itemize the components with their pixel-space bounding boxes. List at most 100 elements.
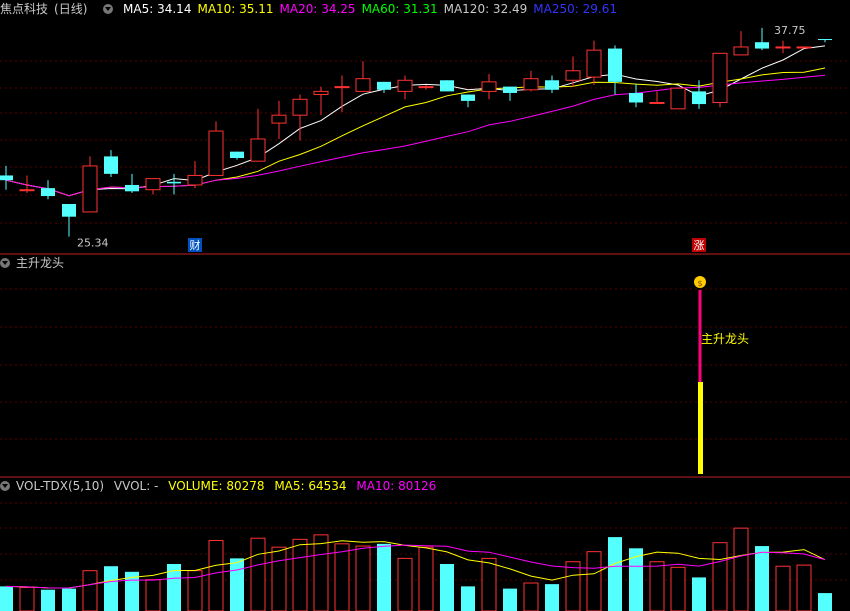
volume-bar-down <box>104 566 118 611</box>
candle-body-up <box>775 46 791 49</box>
volume-bar-up <box>649 561 665 611</box>
candle-body-down <box>692 91 706 105</box>
volume-bar-down <box>755 546 769 611</box>
volume-bar-down <box>41 589 55 611</box>
ma-legend-item: MA10: 35.11 <box>197 2 274 16</box>
volume-bar-down <box>0 586 13 611</box>
volume-panel-header: VOL-TDX(5,10) VVOL: - VOLUME: 80278 MA5:… <box>0 478 442 494</box>
volume-bar-up <box>397 557 413 611</box>
collapse-toggle-icon[interactable] <box>0 481 10 491</box>
candle-body-up <box>796 46 812 49</box>
volume-bar-down <box>692 577 706 611</box>
money-bag-symbol: $ <box>697 279 702 288</box>
candle-body-up <box>397 79 413 92</box>
volume-bar-up <box>334 543 350 611</box>
candle-body-up <box>565 70 581 81</box>
ma5-line <box>5 45 826 197</box>
candle-body-up <box>187 174 203 186</box>
main-panel-header: 焦点科技 (日线) MA5: 34.14 MA10: 35.11 MA20: 34.2… <box>0 1 629 17</box>
volume-bar-down <box>818 593 832 611</box>
collapse-toggle-icon[interactable] <box>103 4 114 14</box>
candle-body-down <box>125 184 139 192</box>
volume-bar-down <box>62 588 76 611</box>
candle-body-up <box>670 87 686 110</box>
volume-bar-down <box>440 563 454 611</box>
volume-bar-up <box>670 566 686 611</box>
volume-bar-down <box>377 543 391 611</box>
stock-chart[interactable]: 25.34 37.75 财 涨 $ 主升龙头 <box>0 0 850 611</box>
volume-bar-down <box>545 584 559 611</box>
signal-bar <box>698 382 703 474</box>
candle-body-up <box>313 90 329 96</box>
candle-body-down <box>230 151 244 158</box>
volume-title: VOL-TDX(5,10) <box>16 479 105 493</box>
volume-bar-up <box>775 565 791 611</box>
volume-bar-up <box>418 546 434 611</box>
volume-bar-up <box>565 561 581 611</box>
volume-ma10: MA10: 80126 <box>356 479 437 493</box>
low-price-label: 25.34 <box>77 237 109 250</box>
candle-body-up <box>292 98 308 116</box>
volume-bar-up <box>481 557 497 611</box>
volume-bar-down <box>608 537 622 611</box>
high-price-label: 37.75 <box>774 24 806 37</box>
volume-bar-down <box>230 558 244 611</box>
ma-legend-item: MA250: 29.61 <box>533 2 617 16</box>
ma-legend-item: MA60: 31.31 <box>361 2 438 16</box>
volume-bar-up <box>796 564 812 611</box>
volume-bar-up <box>208 539 224 611</box>
ma-legend-item: MA20: 34.25 <box>279 2 356 16</box>
volume-bar-down <box>461 586 475 611</box>
indicator-panel-header: 主升龙头 <box>0 255 70 271</box>
candle-body-down <box>0 175 13 181</box>
candle-body-up <box>271 114 287 124</box>
ma-legend-item: MA120: 32.49 <box>443 2 528 16</box>
ma-legend-item: MA5: 34.14 <box>123 2 192 16</box>
signal-label: 主升龙头 <box>701 332 749 346</box>
candle-body-up <box>418 86 434 89</box>
candle-body-down <box>62 204 76 217</box>
volume-bar-up <box>523 582 539 611</box>
candle-body-down <box>461 94 475 101</box>
candle-body-down <box>503 86 517 93</box>
volume-bar-up <box>271 546 287 611</box>
volume-ma5: MA5: 64534 <box>274 479 347 493</box>
volume-bar-down <box>503 588 517 611</box>
volume-bar-up <box>355 545 371 611</box>
volume-bar-up <box>313 534 329 611</box>
volume-bar-up <box>586 551 602 611</box>
candle-body-down <box>167 181 181 184</box>
candle-body-down <box>608 48 622 82</box>
candle-body-up <box>250 138 266 162</box>
candle-body-up <box>733 46 749 56</box>
volume-bar-up <box>250 537 266 611</box>
candle-body-up <box>523 78 539 91</box>
volume-bar-up <box>712 542 728 611</box>
volume-bar-down <box>167 563 181 611</box>
candle-body-up <box>649 101 665 104</box>
ma-legend: MA5: 34.14 MA10: 35.11 MA20: 34.25 MA60: 31… <box>123 2 623 16</box>
candle-body-up <box>712 52 728 103</box>
candle-body-down <box>377 81 391 90</box>
indicator-title: 主升龙头 <box>16 256 65 270</box>
volume-bar-up <box>733 527 749 611</box>
candle-body-down <box>629 92 643 103</box>
candle-body-up <box>19 189 35 192</box>
vvol-label: VVOL: - <box>113 479 159 493</box>
volume-bar-up <box>145 579 161 611</box>
candle-body-up <box>586 49 602 78</box>
candle-body-down <box>41 188 55 197</box>
candle-body-up <box>334 86 350 89</box>
candle-body-down <box>818 39 832 41</box>
candle-body-up <box>208 130 224 176</box>
candle-body-down <box>755 42 769 49</box>
candle-body-up <box>82 165 98 213</box>
candle-body-up <box>481 81 497 92</box>
candle-body-up <box>145 178 161 191</box>
collapse-toggle-icon[interactable] <box>0 258 10 268</box>
volume-bar-up <box>82 570 98 611</box>
volume-value: VOLUME: 80278 <box>168 479 265 493</box>
candle-body-down <box>440 80 454 92</box>
volume-bar-up <box>19 586 35 611</box>
marker-zhang: 涨 <box>694 239 705 252</box>
